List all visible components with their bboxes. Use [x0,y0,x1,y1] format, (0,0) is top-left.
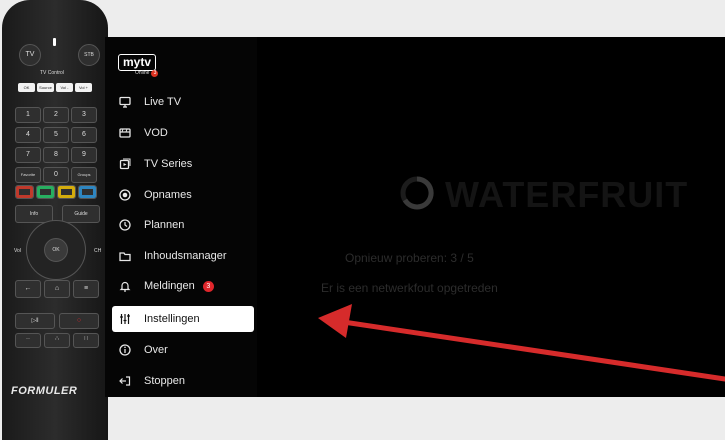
ok-button[interactable]: OK [44,238,68,262]
guide-button[interactable]: Guide [62,205,100,223]
extra-button-3[interactable]: ∷ [73,333,99,348]
color-key-button[interactable] [78,185,97,199]
menu-button[interactable]: ≡ [73,280,99,298]
menu-item-label: Over [144,344,168,356]
folder-icon [116,247,134,265]
menu-item-tv-series[interactable]: TV Series [112,151,254,177]
digit-button[interactable]: 2 [43,107,69,123]
record-button[interactable]: ○ [59,313,99,329]
digit-button[interactable]: 5 [43,127,69,143]
main-content: WATERFRUIT Opnieuw proberen: 3 / 5 Er is… [257,37,725,397]
tv-power-button[interactable]: TV [19,44,41,66]
menu-item-inhoudsmanager[interactable]: Inhoudsmanager [112,243,254,269]
back-button[interactable]: ← [15,280,41,298]
digit-button[interactable]: 3 [71,107,97,123]
color-key-button[interactable] [15,185,34,199]
menu-item-meldingen[interactable]: Meldingen 3 [112,273,254,299]
tv-screen: mytv Online 3 Live TV VOD TV Series Opnames P… [105,37,725,397]
digit-button[interactable]: 4 [15,127,41,143]
groups-button[interactable]: Groups [71,167,97,183]
color-key-button[interactable] [57,185,76,199]
menu-item-plannen[interactable]: Plannen [112,212,254,238]
error-message: Er is een netwerkfout opgetreden [321,281,498,295]
retry-text: Opnieuw proberen: 3 / 5 [345,251,474,265]
ch-label: CH [94,248,102,254]
menu-item-label: VOD [144,127,168,139]
favorite-button[interactable]: Favorite [15,167,41,183]
menu-item-opnames[interactable]: Opnames [112,182,254,208]
menu-item-label: Meldingen [144,280,195,292]
record-icon [116,186,134,204]
remote-top-button[interactable]: Vol - [56,83,73,92]
stb-power-button[interactable]: STB [78,44,100,66]
remote-brand-logo: FORMULER [11,385,78,397]
zero-button[interactable]: 0 [43,167,69,183]
menu-item-label: Instellingen [144,313,200,325]
menu-item-label: Inhoudsmanager [144,250,227,262]
app-logo-badge: 3 [151,70,159,77]
menu-item-label: Live TV [144,96,182,108]
remote-power-indicator [53,38,56,46]
digit-button[interactable]: 6 [71,127,97,143]
series-icon [116,155,134,173]
menu-item-live-tv[interactable]: Live TV [112,89,254,115]
loading-spinner-icon [400,176,434,210]
menu-item-over[interactable]: Over [112,337,254,363]
tv-icon [116,93,134,111]
tv-control-label: TV Control [40,70,64,76]
film-icon [116,124,134,142]
notification-badge: 3 [202,280,214,292]
watermark: WATERFRUIT [445,174,689,215]
vol-label: Vol [14,248,21,254]
info-icon [116,341,134,359]
app-logo: mytv [118,53,157,71]
digit-button[interactable]: 1 [15,107,41,123]
remote-top-button[interactable]: Source [37,83,54,92]
menu-item-instellingen[interactable]: Instellingen [112,306,254,332]
menu-item-label: Plannen [144,219,185,231]
clock-icon [116,216,134,234]
exit-icon [116,372,134,390]
extra-button-2[interactable]: ∴ [44,333,70,348]
menu-item-label: Opnames [144,189,192,201]
digit-button[interactable]: 9 [71,147,97,163]
sliders-icon [116,310,134,328]
menu-item-label: Stoppen [144,375,185,387]
digit-button[interactable]: 8 [43,147,69,163]
bell-icon [116,277,134,295]
remote-control: TV STB TV Control OK Source Vol - Vol + 123… [2,0,108,440]
home-button[interactable]: ⌂ [44,280,70,298]
remote-top-button[interactable]: OK [18,83,35,92]
app-logo-text: mytv [118,54,157,71]
side-menu: mytv Online 3 Live TV VOD TV Series Opnames P… [105,37,257,397]
menu-item-stoppen[interactable]: Stoppen [112,368,254,394]
color-key-button[interactable] [36,185,55,199]
extra-button-1[interactable]: ·· [15,333,41,348]
app-logo-sub: Online 3 [135,70,159,77]
menu-item-vod[interactable]: VOD [112,120,254,146]
menu-item-label: TV Series [144,158,193,170]
digit-button[interactable]: 7 [15,147,41,163]
remote-top-button[interactable]: Vol + [75,83,92,92]
play-pause-button[interactable]: ▷‖ [15,313,55,329]
